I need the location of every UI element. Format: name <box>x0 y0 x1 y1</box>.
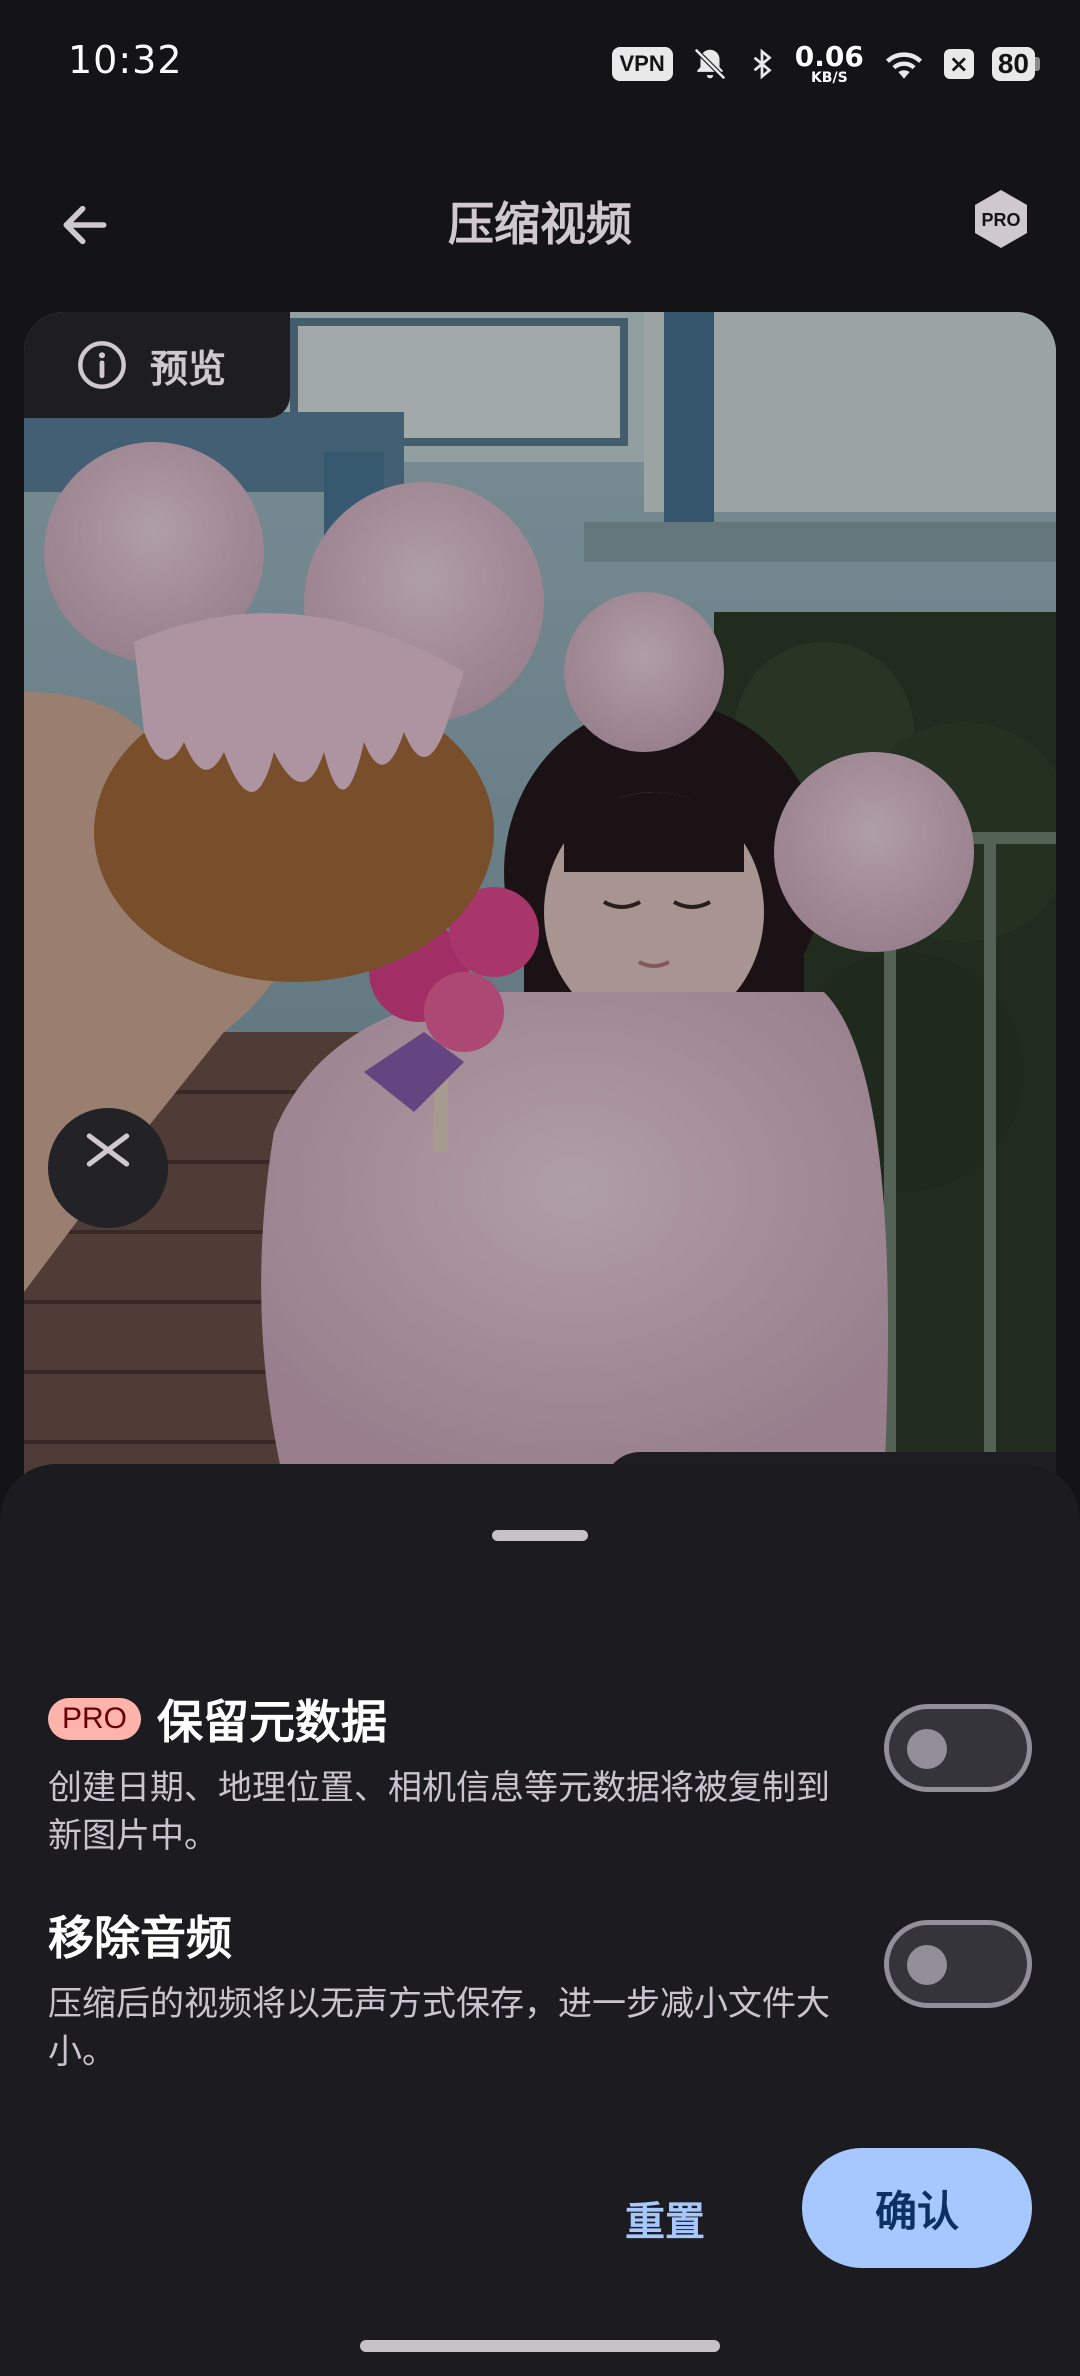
preview-image <box>24 312 1056 1482</box>
x-box-icon: × <box>943 49 974 79</box>
preview-label: 预览 <box>150 346 227 391</box>
option-description: 压缩后的视频将以无声方式保存，进一步减小文件大小。 <box>48 1984 830 2072</box>
pro-badge-text: PRO <box>981 210 1020 230</box>
vpn-icon: VPN <box>611 47 673 81</box>
confirm-button[interactable]: 确认 <box>802 2148 1032 2268</box>
option-title: 移除音频 <box>48 1911 232 1965</box>
wifi-icon <box>885 52 922 79</box>
scissors-icon <box>86 1133 130 1167</box>
net-speed: 0.06 KB/S <box>794 40 864 86</box>
bottom-sheet: PRO 保留元数据 创建日期、地理位置、相机信息等元数据将被复制到新图片中。 移… <box>0 1464 1080 2376</box>
pro-chip: PRO <box>48 1698 142 1740</box>
remove-audio-toggle[interactable] <box>884 1920 1032 2008</box>
bluetooth-icon <box>753 48 772 80</box>
status-bar: 10:32 VPN 0.06 KB/S × 80 <box>0 0 1080 128</box>
video-preview[interactable]: 预览 <box>24 312 1056 1482</box>
drag-handle[interactable] <box>492 1530 588 1541</box>
info-icon <box>78 341 126 389</box>
reset-button[interactable]: 重置 <box>580 2172 750 2264</box>
status-time: 10:32 <box>68 38 183 82</box>
home-indicator[interactable] <box>360 2340 720 2352</box>
page-title: 压缩视频 <box>448 197 632 251</box>
toggle-knob <box>907 1945 947 1985</box>
option-remove-audio: 移除音频 压缩后的视频将以无声方式保存，进一步减小文件大小。 <box>48 1902 1032 2076</box>
pro-badge-button[interactable]: PRO <box>970 188 1032 250</box>
app-bar: 压缩视频 PRO <box>0 160 1080 270</box>
keep-metadata-toggle[interactable] <box>884 1704 1032 1792</box>
preview-tag[interactable]: 预览 <box>24 312 290 418</box>
option-keep-metadata: PRO 保留元数据 创建日期、地理位置、相机信息等元数据将被复制到新图片中。 <box>48 1686 1032 1860</box>
bell-off-icon <box>693 48 726 80</box>
toggle-knob <box>907 1729 947 1769</box>
option-title: 保留元数据 <box>157 1695 388 1749</box>
trim-button[interactable] <box>48 1108 168 1228</box>
option-description: 创建日期、地理位置、相机信息等元数据将被复制到新图片中。 <box>48 1768 830 1856</box>
status-icons: VPN 0.06 KB/S × 80 <box>611 40 1040 88</box>
battery-icon: 80 <box>991 47 1040 81</box>
